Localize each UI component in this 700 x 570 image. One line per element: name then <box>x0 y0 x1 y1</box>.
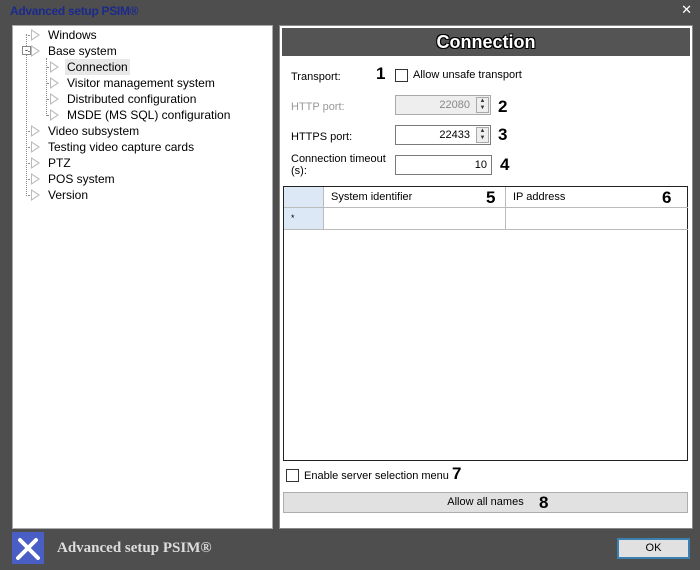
tools-icon <box>12 532 44 564</box>
ok-button[interactable]: OK <box>617 538 690 559</box>
timeout-input[interactable]: 10 <box>395 155 492 175</box>
tree-line <box>26 34 27 196</box>
node-arrow-icon <box>31 189 40 201</box>
footer-app-name: Advanced setup PSIM® <box>57 540 212 556</box>
node-arrow-icon <box>31 45 40 57</box>
column-header-ip-address[interactable]: IP address <box>506 187 688 208</box>
node-arrow-icon <box>50 109 59 121</box>
node-arrow-icon <box>31 141 40 153</box>
tree-item-label: Distributed configuration <box>67 92 197 106</box>
node-arrow-icon <box>50 77 59 89</box>
timeout-label: Connection timeout (s): <box>291 153 386 177</box>
settings-tree[interactable]: - Windows Base system Connection Visitor ma… <box>12 25 273 529</box>
tree-item-label: POS system <box>48 172 115 186</box>
tree-item-label: Visitor management system <box>67 76 215 90</box>
tree-item-label: Version <box>48 188 89 202</box>
callout-1: 1 <box>376 64 386 83</box>
callout-3: 3 <box>498 125 508 144</box>
http-port-spinner: ▲ ▼ <box>476 97 489 113</box>
new-row-system-identifier-cell[interactable] <box>324 208 506 230</box>
node-arrow-icon <box>31 173 40 185</box>
callout-5: 5 <box>486 188 496 207</box>
tree-item-label: MSDE (MS SQL) configuration <box>67 108 231 122</box>
connection-panel: Connection Transport: 1 Allow unsafe tra… <box>279 25 693 529</box>
allow-all-names-label: Allow all names <box>447 496 524 508</box>
node-arrow-icon <box>50 93 59 105</box>
tree-item-label: Testing video capture cards <box>48 140 195 154</box>
grid-corner <box>284 187 324 208</box>
enable-server-menu-checkbox[interactable] <box>286 469 299 482</box>
window-title: Advanced setup PSIM® <box>10 4 139 18</box>
callout-2: 2 <box>498 97 508 116</box>
allow-all-names-button[interactable]: Allow all names <box>283 492 688 513</box>
node-arrow-icon <box>31 125 40 137</box>
node-arrow-icon <box>31 29 40 41</box>
allow-unsafe-label[interactable]: Allow unsafe transport <box>413 69 522 81</box>
https-port-value: 22433 <box>439 129 470 141</box>
allow-unsafe-checkbox[interactable] <box>395 69 408 82</box>
callout-4: 4 <box>500 155 510 174</box>
new-row-ip-address-cell[interactable] <box>506 208 688 230</box>
callout-8: 8 <box>539 493 549 512</box>
node-arrow-icon <box>50 61 59 73</box>
callout-6: 6 <box>662 188 672 207</box>
tree-item-label: Windows <box>48 28 97 42</box>
callout-7: 7 <box>452 464 462 483</box>
http-port-label: HTTP port: <box>291 101 345 113</box>
panel-title: Connection <box>282 28 690 56</box>
tree-item-label: Video subsystem <box>48 124 140 138</box>
tree-item-label: Connection <box>65 59 130 75</box>
node-arrow-icon <box>31 157 40 169</box>
https-port-label: HTTPS port: <box>291 131 353 143</box>
http-port-input: 22080 ▲ ▼ <box>395 95 491 115</box>
transport-label: Transport: <box>291 71 341 83</box>
https-port-input[interactable]: 22433 ▲ ▼ <box>395 125 491 145</box>
close-icon[interactable]: ✕ <box>681 2 692 18</box>
enable-server-menu-label[interactable]: Enable server selection menu <box>304 470 449 482</box>
tree-item-label: PTZ <box>48 156 71 170</box>
column-header-system-identifier[interactable]: System identifier <box>324 187 506 208</box>
http-port-value: 22080 <box>439 99 470 111</box>
servers-grid[interactable]: System identifier IP address * 5 6 <box>283 186 688 461</box>
tree-item-label: Base system <box>48 44 117 58</box>
https-port-spinner[interactable]: ▲ ▼ <box>476 127 489 143</box>
new-row-marker: * <box>284 208 324 230</box>
